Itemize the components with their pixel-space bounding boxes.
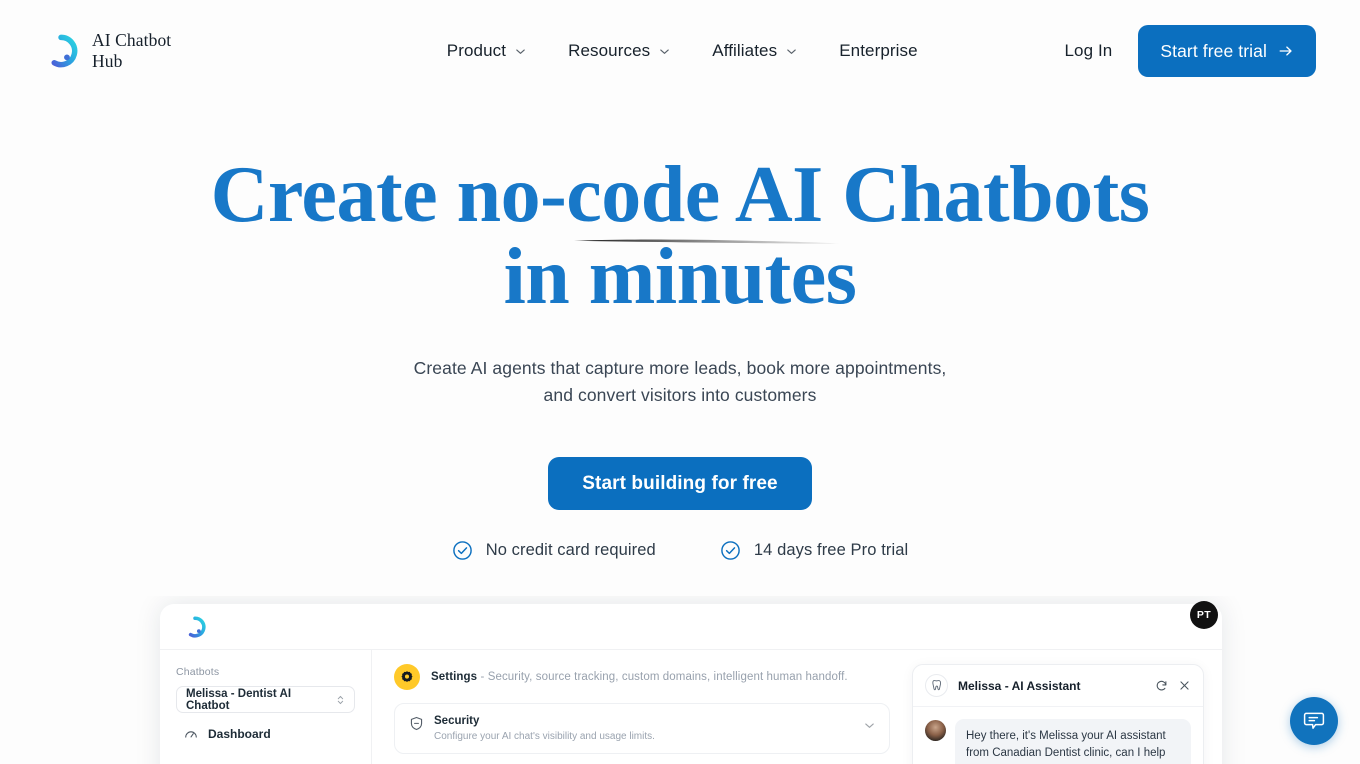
hero-subtitle-line-2: and convert visitors into customers bbox=[543, 385, 817, 405]
settings-panel-security[interactable]: Security Configure your AI chat's visibi… bbox=[394, 703, 890, 754]
nav-item-resources[interactable]: Resources bbox=[547, 35, 691, 67]
tooth-icon bbox=[932, 680, 942, 691]
main-nav: Product Resources Affiliates Enterprise bbox=[300, 35, 1064, 67]
gear-icon-badge bbox=[394, 664, 420, 690]
shield-icon bbox=[410, 716, 423, 731]
dashboard-preview-card: Chatbots Melissa - Dentist AI Chatbot Da… bbox=[160, 604, 1222, 764]
trust-item-pro-trial: 14 days free Pro trial bbox=[720, 540, 908, 561]
nav-item-enterprise[interactable]: Enterprise bbox=[818, 35, 938, 67]
nav-label: Product bbox=[446, 41, 507, 60]
headline-line-1: Create no-code AI Chatbots bbox=[0, 151, 1360, 244]
chat-bubble-icon bbox=[1303, 712, 1325, 729]
nav-item-product[interactable]: Product bbox=[426, 35, 547, 67]
close-icon[interactable] bbox=[1178, 679, 1191, 692]
chevron-down-icon bbox=[660, 48, 670, 54]
page-title: Create no-code AI Chatbots in minutes bbox=[0, 154, 1360, 318]
settings-panel-subtitle: Configure your AI chat's visibility and … bbox=[434, 731, 655, 742]
avatar bbox=[925, 720, 946, 741]
mockup-sidebar: Chatbots Melissa - Dentist AI Chatbot Da… bbox=[160, 650, 372, 764]
mockup-main-panel: Settings - Security, source tracking, cu… bbox=[372, 650, 912, 764]
check-circle-icon bbox=[721, 541, 740, 560]
settings-panel-title: Security bbox=[434, 715, 480, 727]
check-circle-icon bbox=[452, 541, 472, 560]
chevron-down-icon[interactable] bbox=[864, 720, 875, 731]
gear-icon bbox=[401, 671, 413, 682]
brand-logo-link[interactable]: AI Chatbot Hub bbox=[44, 30, 344, 72]
start-free-trial-button[interactable]: Start free trial bbox=[1138, 25, 1316, 77]
chat-widget-body: Hey there, it's Melissa your AI assistan… bbox=[913, 707, 1203, 764]
sidebar-item-inbox[interactable]: Inbox 7 bbox=[176, 755, 355, 764]
chatbot-select[interactable]: Melissa - Dentist AI Chatbot bbox=[176, 686, 355, 713]
hero-subtitle: Create AI agents that capture more leads… bbox=[0, 355, 1360, 409]
settings-header-rest: - Security, source tracking, custom doma… bbox=[477, 671, 848, 683]
headline-line-2: in minutes bbox=[503, 233, 857, 321]
chat-widget-card: Melissa - AI Assistant Hey there, it's M… bbox=[912, 664, 1204, 764]
mockup-topbar bbox=[160, 604, 1222, 650]
sidebar-item-dashboard[interactable]: Dashboard bbox=[176, 717, 355, 751]
arrow-right-icon bbox=[1279, 46, 1292, 56]
ring-logo-icon bbox=[51, 34, 78, 68]
chat-widget-header: Melissa - AI Assistant bbox=[913, 665, 1203, 707]
hero-cta-wrap: Start building for free bbox=[0, 457, 1360, 510]
chat-widget-preview: Melissa - AI Assistant Hey there, it's M… bbox=[912, 650, 1222, 764]
sidebar-section-label: Chatbots bbox=[176, 666, 220, 678]
product-screenshot-mockup: Chatbots Melissa - Dentist AI Chatbot Da… bbox=[0, 596, 1360, 764]
settings-panel-text: Security Configure your AI chat's visibi… bbox=[434, 715, 854, 742]
chevron-down-icon bbox=[787, 48, 796, 54]
chatbot-select-value: Melissa - Dentist AI Chatbot bbox=[186, 687, 292, 712]
trust-item-no-credit-card: No credit card required bbox=[452, 540, 656, 561]
mockup-body: Chatbots Melissa - Dentist AI Chatbot Da… bbox=[160, 650, 1222, 764]
site-header: AI Chatbot Hub Product Resources Affilia… bbox=[0, 0, 1360, 102]
chevron-up-down-icon bbox=[337, 695, 344, 704]
chat-launcher-button[interactable] bbox=[1290, 697, 1338, 745]
sidebar-item-label: Dashboard bbox=[208, 727, 271, 741]
trust-label: 14 days free Pro trial bbox=[753, 541, 909, 559]
chevron-down-icon bbox=[516, 48, 525, 54]
ring-logo-icon bbox=[188, 615, 206, 638]
gauge-icon bbox=[185, 731, 197, 738]
headline-text-1: Create no-code AI Chatbots bbox=[210, 151, 1150, 239]
chat-message-bubble: Hey there, it's Melissa your AI assistan… bbox=[955, 719, 1191, 764]
nav-label: Enterprise bbox=[839, 41, 918, 60]
start-free-trial-label: Start free trial bbox=[1160, 40, 1267, 61]
login-link[interactable]: Log In bbox=[1064, 41, 1112, 61]
settings-header: Settings - Security, source tracking, cu… bbox=[394, 664, 890, 690]
chat-bot-avatar bbox=[925, 674, 948, 697]
settings-header-bold: Settings bbox=[431, 671, 478, 683]
refresh-icon[interactable] bbox=[1155, 679, 1168, 692]
nav-label: Resources bbox=[568, 41, 651, 60]
hero-section: Create no-code AI Chatbots in minutes Cr… bbox=[0, 102, 1360, 561]
user-avatar-badge[interactable]: PT bbox=[1190, 601, 1218, 629]
trust-indicators: No credit card required 14 days free Pro… bbox=[0, 540, 1360, 561]
start-building-button[interactable]: Start building for free bbox=[548, 457, 812, 510]
chat-widget-title: Melissa - AI Assistant bbox=[958, 678, 1081, 693]
settings-header-text: Settings - Security, source tracking, cu… bbox=[431, 671, 848, 683]
hero-subtitle-line-1: Create AI agents that capture more leads… bbox=[413, 358, 947, 378]
header-actions: Log In Start free trial bbox=[1064, 25, 1316, 77]
brand-name: AI Chatbot Hub bbox=[92, 30, 172, 71]
nav-label: Affiliates bbox=[712, 41, 778, 60]
nav-item-affiliates[interactable]: Affiliates bbox=[691, 35, 818, 67]
trust-label: No credit card required bbox=[485, 541, 656, 559]
